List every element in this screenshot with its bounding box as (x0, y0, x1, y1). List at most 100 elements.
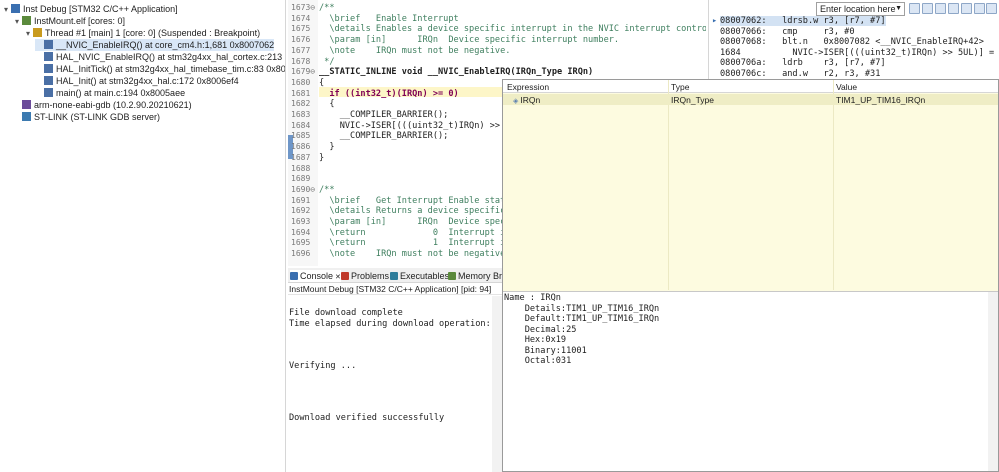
debug-tree-row[interactable]: main() at main.c:194 0x8005aee (35, 87, 185, 99)
line-number: 1686 (291, 142, 311, 152)
code-line[interactable]: \brief Get Interrupt Enable status (319, 196, 515, 206)
debug-tree-row[interactable]: ▾ InstMount.elf [cores: 0] (13, 15, 125, 27)
code-line[interactable]: } (319, 153, 324, 163)
problems-icon (341, 272, 349, 280)
line-number: 1683 (291, 110, 311, 119)
executables-icon (390, 272, 398, 280)
expression-hover-popup[interactable]: Expression Type Value ◈ IRQn IRQn_Type TIM… (502, 79, 999, 472)
code-line[interactable]: if ((int32_t)(IRQn) >= 0) (319, 89, 458, 99)
disassembly-line[interactable]: 08007062: ldrsb.w r3, [r7, #7] (720, 16, 886, 26)
line-number: 1691 (291, 195, 311, 205)
expression-value: TIM1_UP_TIM16_IRQn (836, 95, 926, 105)
expression-row[interactable]: ◈ IRQn IRQn_Type TIM1_UP_TIM16_IRQn (503, 94, 998, 105)
tab-console[interactable]: Console ✕ (290, 270, 341, 282)
line-number: 1684 (291, 120, 311, 130)
chevron-down-icon[interactable]: ▼ (895, 3, 902, 15)
launch-config-icon (11, 4, 20, 13)
expression-type: IRQn_Type (671, 95, 714, 105)
instruction-pointer-icon: ▸ (712, 16, 718, 26)
code-line[interactable]: } (319, 142, 334, 152)
console-line: Verifying ... (289, 360, 357, 371)
detail-line: Default:TIM1_UP_TIM16_IRQn (504, 314, 660, 324)
debug-tree-label: HAL_Init() at stm32g4xx_hal.c:172 0x8006… (56, 76, 239, 86)
code-line[interactable]: \details Enables a device specific inter… (319, 24, 706, 34)
disassembly-line[interactable]: 0800706a: ldrb r3, [r7, #7] (720, 58, 886, 68)
tab-label: Console (300, 271, 334, 281)
chevron-down-icon[interactable]: ▾ (24, 28, 32, 40)
tab-memory-brow[interactable]: Memory Brow (448, 270, 502, 282)
header-value[interactable]: Value (836, 82, 857, 92)
debug-tree-row[interactable]: arm-none-eabi-gdb (10.2.90.20210621) (13, 99, 192, 111)
console-line: Time elapsed during download operation: … (289, 318, 502, 329)
maximize-icon[interactable] (986, 3, 997, 14)
disassembly-line[interactable]: 08007068: blt.n 0x8007082 <__NVIC_Enable… (720, 37, 984, 47)
code-line[interactable]: { (319, 78, 324, 88)
refresh-icon[interactable] (909, 3, 920, 14)
console-scrollbar[interactable] (492, 296, 502, 472)
show-source-icon[interactable] (948, 3, 959, 14)
line-number: 1681 (291, 88, 311, 98)
code-line[interactable]: \note IRQn must not be negative. (319, 249, 510, 259)
close-icon[interactable]: ✕ (333, 274, 341, 281)
code-line[interactable]: __STATIC_INLINE void __NVIC_EnableIRQ(IR… (319, 67, 593, 77)
debug-tree-label: main() at main.c:194 0x8005aee (56, 88, 186, 98)
process-icon (22, 16, 31, 25)
expression-header: Expression Type Value (503, 80, 998, 93)
tab-executables[interactable]: Executables (390, 270, 449, 282)
header-expression[interactable]: Expression (507, 82, 549, 92)
stack-frame-icon (44, 64, 53, 73)
console-view[interactable]: Console ✕ProblemsExecutablesMemory Brow … (288, 268, 502, 472)
line-number: 1688 (291, 163, 311, 173)
code-line[interactable]: __COMPILER_BARRIER(); (319, 110, 449, 120)
disassembly-line[interactable]: 1684 NVIC->ISER[(((uint32_t)IRQn) >> 5UL… (720, 48, 999, 58)
code-line[interactable]: /** (319, 3, 335, 13)
code-line[interactable]: /** (319, 185, 335, 195)
debug-tree-label: HAL_NVIC_EnableIRQ() at stm32g4xx_hal_co… (56, 52, 285, 62)
line-number: 1694 (291, 227, 311, 237)
minimize-icon[interactable] (974, 3, 985, 14)
location-input[interactable]: Enter location here ▼ (816, 2, 905, 16)
debug-tree-row[interactable]: HAL_Init() at stm32g4xx_hal.c:172 0x8006… (35, 75, 239, 87)
code-line[interactable]: __COMPILER_BARRIER(); (319, 131, 449, 141)
console-line: Download verified successfully (289, 413, 445, 423)
tab-label: Problems (351, 271, 390, 281)
line-number: 1685 (291, 131, 311, 141)
chevron-down-icon[interactable]: ▾ (2, 4, 10, 16)
code-line[interactable]: { (319, 99, 334, 109)
sync-icon[interactable] (935, 3, 946, 14)
line-number: 1679⊖ (291, 67, 316, 77)
debug-tree-row[interactable]: __NVIC_EnableIRQ() at core_cm4.h:1,681 0… (35, 39, 275, 51)
code-line[interactable]: */ (319, 57, 334, 67)
chevron-down-icon[interactable]: ▾ (13, 16, 21, 28)
tab-problems[interactable]: Problems (341, 270, 389, 282)
line-number: 1696 (291, 249, 311, 259)
stack-frame-icon (44, 76, 53, 85)
header-type[interactable]: Type (671, 82, 689, 92)
debug-tree-row[interactable]: ▾ Thread #1 [main] 1 [core: 0] (Suspended… (24, 27, 260, 39)
detail-line: Name : IRQn (504, 293, 561, 303)
detail-line: Binary:11001 (504, 345, 587, 356)
debug-tree-row[interactable]: ▾ Inst Debug [STM32 C/C++ Application] (2, 3, 178, 15)
debug-tree-row[interactable]: ST-LINK (ST-LINK GDB server) (13, 111, 160, 123)
link-source-icon[interactable] (922, 3, 933, 14)
line-number: 1682 (291, 99, 311, 109)
tab-label: Executables (400, 271, 450, 281)
stack-frame-icon (44, 88, 53, 97)
debug-tree-row[interactable]: HAL_NVIC_EnableIRQ() at stm32g4xx_hal_co… (35, 51, 285, 63)
console-line: File download complete (289, 308, 403, 318)
debug-tree-row[interactable]: HAL_InitTick() at stm32g4xx_hal_timebase… (35, 63, 285, 75)
disassembly-line[interactable]: 0800706c: and.w r2, r3, #31 (720, 69, 880, 79)
details-scrollbar[interactable] (988, 292, 998, 471)
line-number: 1676 (291, 35, 311, 45)
code-line[interactable]: \note IRQn must not be negative. (319, 46, 510, 56)
disassembly-line[interactable]: 08007066: cmp r3, #0 (720, 27, 855, 37)
line-number: 1680 (291, 77, 311, 87)
view-menu-icon[interactable] (961, 3, 972, 14)
detail-line: Hex:0x19 (504, 335, 567, 345)
code-line[interactable]: \param [in] IRQn Device specific interru… (319, 35, 619, 45)
line-number: 1677 (291, 45, 311, 55)
code-line[interactable]: \brief Enable Interrupt (319, 14, 458, 24)
stack-frame-icon (44, 52, 53, 61)
column-divider (833, 80, 834, 290)
line-number: 1678 (291, 56, 311, 66)
